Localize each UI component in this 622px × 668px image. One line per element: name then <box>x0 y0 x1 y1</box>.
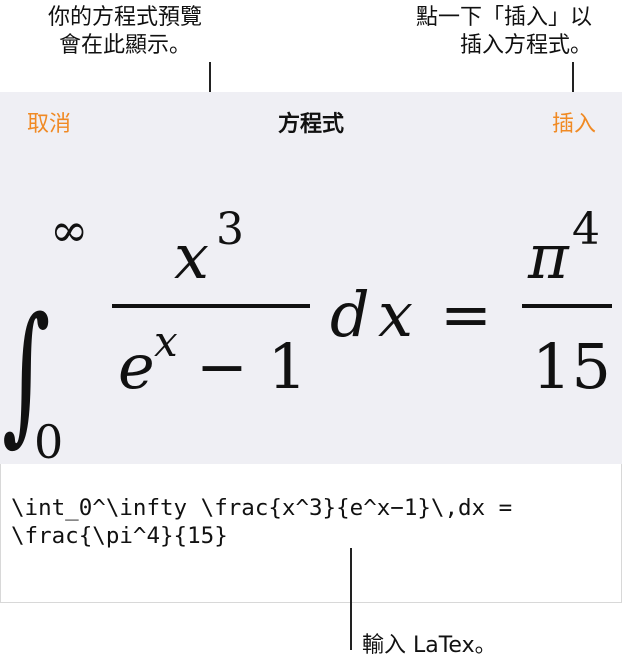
callout-insert-line2: 插入方程式。 <box>459 33 592 58</box>
rhs-fraction-bar <box>522 304 612 308</box>
differential-d: d <box>330 278 370 351</box>
rhs-numerator-exponent: 4 <box>572 204 600 255</box>
callout-preview-location: 你的方程式預覽 會在此顯示。 <box>0 4 250 60</box>
callout-latex-input: 輸入 LaTex。 <box>362 633 497 658</box>
latex-editor[interactable]: \int_0^\infty \frac{x^3}{e^x−1}\,dx = \f… <box>0 464 622 603</box>
equals-sign: = <box>440 278 492 351</box>
numerator-exponent: 3 <box>216 204 244 255</box>
denominator-rest: − 1 <box>196 330 307 403</box>
callout-insert-line1: 點一下「插入」以 <box>415 5 592 30</box>
denominator-base: e <box>118 330 155 403</box>
numerator-base: x <box>174 220 209 293</box>
equation-dialog: 取消 方程式 插入 ∫ ∞ 0 x 3 e x − 1 d x = π 4 15 <box>0 92 622 464</box>
leader-line-latex <box>350 548 352 650</box>
latex-line-2: \frac{\pi^4}{15} <box>11 523 228 549</box>
differential-x: x <box>378 278 413 351</box>
upper-limit: ∞ <box>50 203 88 257</box>
rhs-denominator: 15 <box>532 330 611 403</box>
navigation-bar: 取消 方程式 插入 <box>0 92 622 146</box>
equation-rendering: ∫ ∞ 0 x 3 e x − 1 d x = π 4 15 <box>2 203 612 464</box>
callout-preview-line2: 會在此顯示。 <box>58 33 191 58</box>
callout-preview-line1: 你的方程式預覽 <box>47 5 202 30</box>
insert-button[interactable]: 插入 <box>552 106 596 138</box>
fraction-bar <box>112 304 310 308</box>
latex-line-1: \int_0^\infty \frac{x^3}{e^x−1}\,dx = <box>11 495 513 521</box>
callout-insert-instruction: 點一下「插入」以 插入方程式。 <box>416 4 592 60</box>
latex-input[interactable]: \int_0^\infty \frac{x^3}{e^x−1}\,dx = \f… <box>11 494 621 550</box>
dialog-title: 方程式 <box>277 112 344 137</box>
lower-limit: 0 <box>34 415 63 464</box>
denominator-exponent: x <box>154 317 178 366</box>
rhs-numerator-base: π <box>527 220 570 293</box>
equation-preview: ∫ ∞ 0 x 3 e x − 1 d x = π 4 15 <box>0 146 622 464</box>
